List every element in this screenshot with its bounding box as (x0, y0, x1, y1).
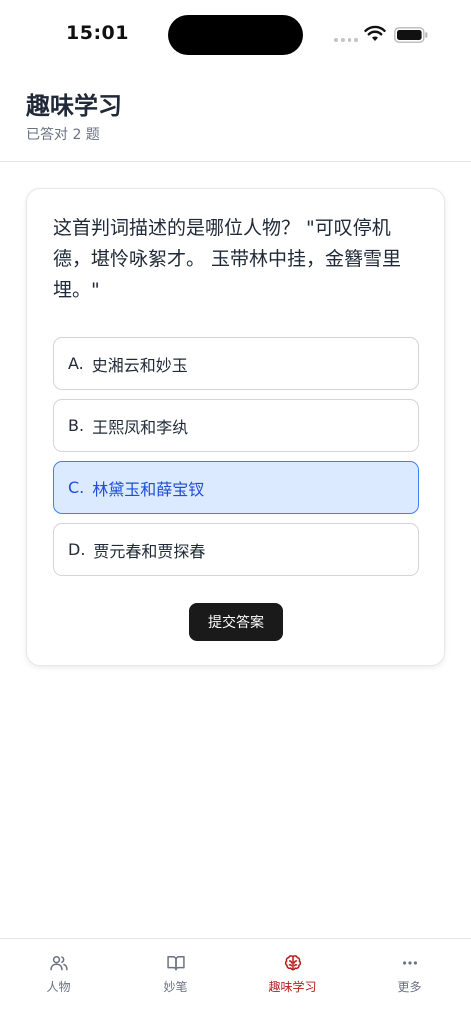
tab-label: 妙笔 (163, 980, 188, 994)
tab-people[interactable]: 人物 (0, 953, 117, 997)
wifi-icon (364, 25, 386, 41)
option-letter: A. (68, 354, 84, 373)
tab-more[interactable]: 更多 (351, 953, 468, 997)
option-text: 林黛玉和薛宝钗 (92, 479, 205, 499)
question-text: 这首判词描述的是哪位人物？ "可叹停机德，堪怜咏絮才。 玉带林中挂，金簪雪里埋。… (53, 217, 402, 301)
dynamic-island (168, 15, 303, 55)
signal-icon (334, 38, 358, 43)
option-a[interactable]: A. 史湘云和妙玉 (53, 337, 419, 390)
brain-icon (284, 955, 301, 971)
quiz-card: 这首判词描述的是哪位人物？ "可叹停机德，堪怜咏絮才。 玉带林中挂，金簪雪里埋。… (26, 188, 445, 666)
answered-count: 已答对 2 题 (26, 127, 100, 143)
screen: 15:01 趣味学习 已答对 2 题 这首判词描述的是哪位人物？ "可叹停机德，… (0, 0, 471, 1024)
header: 趣味学习 已答对 2 题 (0, 70, 471, 162)
option-letter: C. (68, 478, 85, 497)
option-text: 王熙凤和李纨 (92, 417, 189, 437)
option-c[interactable]: C. 林黛玉和薛宝钗 (53, 461, 419, 514)
bottom-tab-bar: 人物 妙笔 趣味学习 更多 (0, 938, 471, 1024)
option-text: 贾元春和贾探春 (93, 541, 206, 561)
battery-icon (394, 27, 428, 43)
tab-label: 更多 (397, 980, 422, 994)
option-text: 史湘云和妙玉 (91, 355, 188, 375)
people-icon (49, 956, 68, 971)
book-icon (166, 956, 185, 971)
option-letter: B. (68, 416, 85, 435)
option-d[interactable]: D. 贾元春和贾探春 (53, 523, 419, 576)
option-b[interactable]: B. 王熙凤和李纨 (53, 399, 419, 452)
status-time: 15:01 (66, 22, 129, 44)
tab-fun-learning[interactable]: 趣味学习 (234, 953, 351, 997)
more-icon (402, 961, 417, 965)
tab-label: 趣味学习 (268, 980, 317, 994)
submit-answer-button[interactable]: 提交答案 (189, 603, 283, 641)
status-bar: 15:01 (0, 0, 471, 70)
page-title: 趣味学习 (26, 92, 122, 120)
tab-writing[interactable]: 妙笔 (117, 953, 234, 997)
option-letter: D. (68, 540, 86, 559)
tab-label: 人物 (46, 980, 71, 994)
